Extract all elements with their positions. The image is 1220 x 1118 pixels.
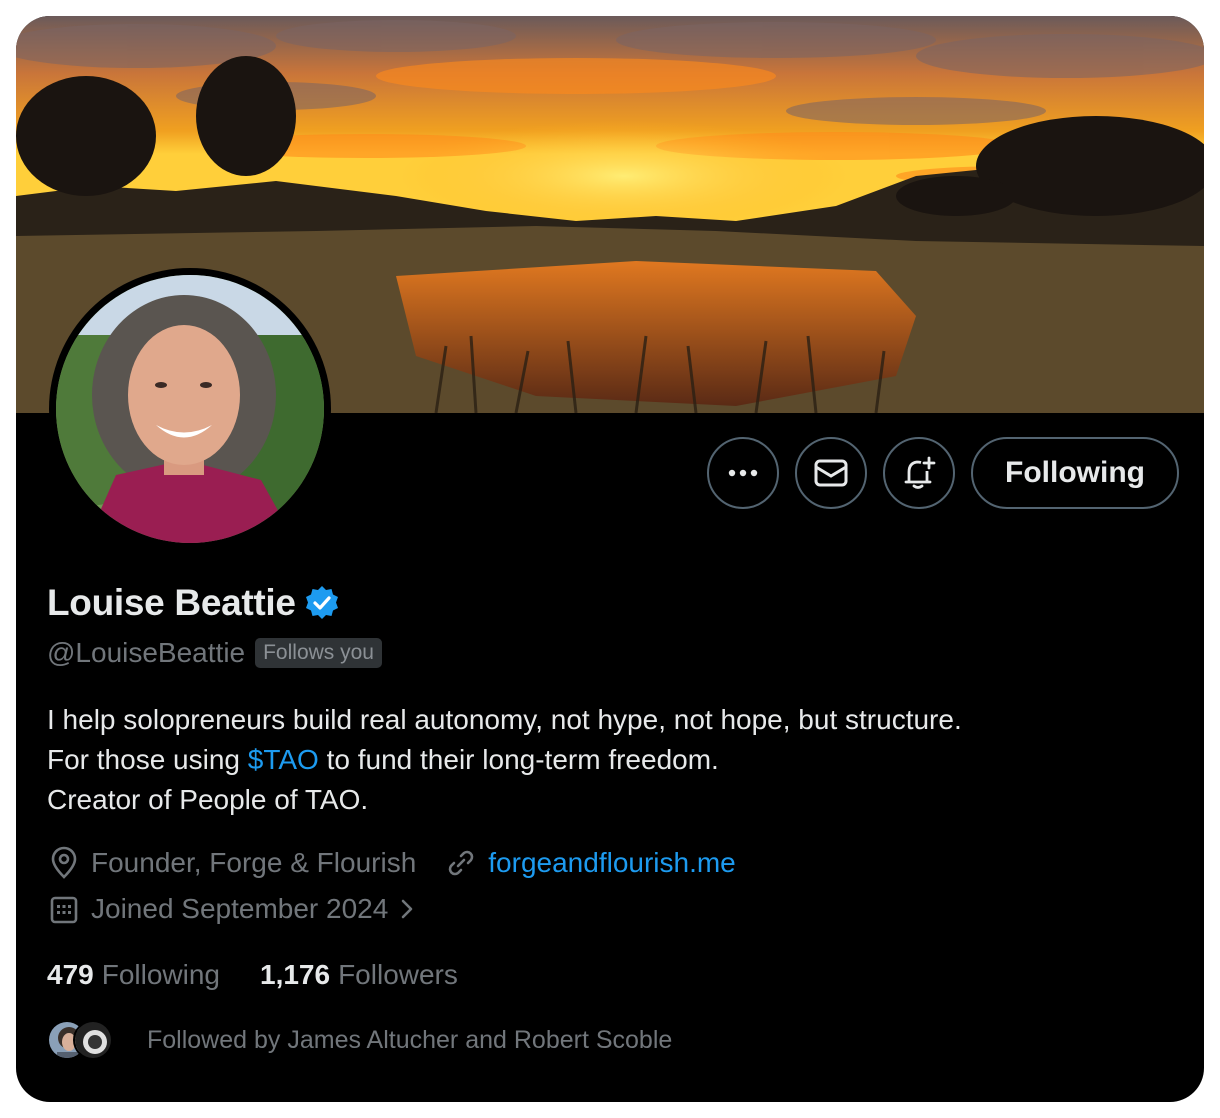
calendar-icon xyxy=(50,896,78,924)
meta-row-joined[interactable]: Joined September 2024 xyxy=(47,892,418,926)
handle-row: @LouiseBeattie Follows you xyxy=(47,637,382,669)
bio-text: For those using xyxy=(47,744,248,775)
follower-avatar-2 xyxy=(73,1020,113,1060)
chevron-right-icon xyxy=(402,899,413,919)
location-pin-icon xyxy=(51,846,77,879)
more-dots-icon xyxy=(728,469,758,477)
followers-label: Followers xyxy=(338,959,458,990)
notify-button[interactable] xyxy=(883,437,955,509)
verified-badge-icon xyxy=(305,586,338,619)
followers-stat[interactable]: 1,176 Followers xyxy=(260,959,458,991)
following-button[interactable]: Following xyxy=(971,437,1179,509)
more-button[interactable] xyxy=(707,437,779,509)
message-button[interactable] xyxy=(795,437,867,509)
bio-text: to fund their long-term freedom. xyxy=(318,744,719,775)
followed-by-text: Followed by James Altucher and Robert Sc… xyxy=(147,1025,673,1054)
follows-you-badge: Follows you xyxy=(255,638,382,668)
link-icon xyxy=(449,850,474,876)
following-label: Following xyxy=(101,959,220,990)
bell-plus-icon xyxy=(904,456,936,489)
joined-date: Joined September 2024 xyxy=(91,893,389,924)
cashtag-link[interactable]: $TAO xyxy=(248,744,319,775)
followers-count: 1,176 xyxy=(260,959,331,990)
follow-stats: 479 Following 1,176 Followers xyxy=(47,959,498,991)
following-count: 479 xyxy=(47,959,94,990)
meta-row-location: Founder, Forge & Flourish forgeandflouri… xyxy=(47,846,736,880)
user-handle: @LouiseBeattie xyxy=(47,637,246,668)
bio-line-1: I help solopreneurs build real autonomy,… xyxy=(47,704,962,735)
following-stat[interactable]: 479 Following xyxy=(47,959,220,991)
bio-line-2: For those using $TAO to fund their long-… xyxy=(47,740,1167,780)
followed-by-row[interactable]: Followed by James Altucher and Robert Sc… xyxy=(47,1020,672,1060)
profile-bio: I help solopreneurs build real autonomy,… xyxy=(47,700,1167,820)
name-row: Louise Beattie xyxy=(47,582,340,624)
location-text: Founder, Forge & Flourish xyxy=(91,847,417,878)
website-link[interactable]: forgeandflourish.me xyxy=(488,847,735,879)
avatar-image xyxy=(56,275,324,543)
mail-icon xyxy=(814,459,848,487)
bio-line-3: Creator of People of TAO. xyxy=(47,784,369,815)
profile-avatar[interactable] xyxy=(49,268,331,550)
profile-card: Following Louise Beattie @LouiseBeattie … xyxy=(16,16,1204,1102)
display-name: Louise Beattie xyxy=(47,582,296,623)
